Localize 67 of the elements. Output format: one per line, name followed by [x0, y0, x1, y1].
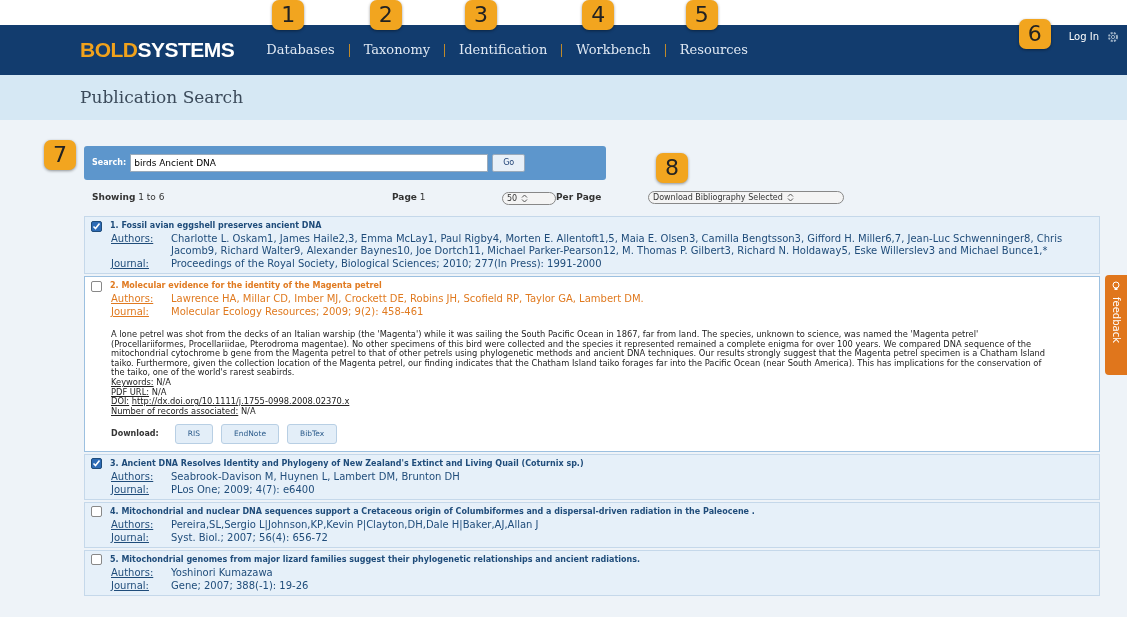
authors-label: Authors:	[111, 470, 155, 483]
result-title[interactable]: 4. Mitochondrial and nuclear DNA sequences support a Cretaceous origin of Columbiformes and a dispersal-driven radiation in the Paleocene .	[110, 505, 755, 518]
search-label: Search:	[92, 157, 127, 169]
dropdown-arrows-icon	[786, 193, 794, 203]
per-page-label: Per Page	[556, 191, 603, 205]
journal-label: Journal:	[111, 306, 150, 318]
callout-badge: 7	[44, 140, 76, 170]
authors-label: Authors:	[111, 293, 155, 305]
abstract-text: A lone petrel was shot from the decks of an Italian warship (the 'Magenta') while it was sailing the South Pacific Ocean in 1867, far from land. The species, unknown to science, was named the 'Magenta petrel' (Procellariiformes, Procellariidae, Pterodroma magentae). No other specimens of this bird were collected and the species it represented remained a complete enigma for over 100 years. We compared DNA sequence of the mitochondrial cytochrome b gene from the Magenta petrel to that of other petrels using phylogenetic methods and ancient DNA techniques. Our results strongly suggest that the Magenta petrel specimen is a Chatham Island taiko. Furthermore, given the collection location of the Magenta petrel, our finding indicates that the Chatham Island taiko forages far into the Pacific Ocean (near South America). This has implications for the conservation of the taiko, one of the world's rarest seabirds.	[111, 330, 1047, 378]
nav-link[interactable]: Resources	[679, 42, 748, 58]
checkbox[interactable]	[91, 280, 102, 292]
authors-text: Yoshinori Kumazawa	[171, 566, 273, 579]
authors-label: Authors:	[111, 233, 155, 245]
result-title[interactable]: 1. Fossil avian eggshell preserves ancient DNA	[110, 220, 322, 232]
logo[interactable]: BOLDSYSTEMS	[80, 34, 235, 66]
nav-link[interactable]: Taxonomy	[363, 42, 431, 58]
download-label: Download:	[111, 427, 159, 440]
callout-badge: 2	[369, 0, 402, 31]
per-page-select[interactable]: 50	[502, 191, 556, 205]
checkbox[interactable]	[91, 506, 102, 518]
field-label: DOI:	[111, 396, 130, 407]
nav-link[interactable]: Databases	[266, 42, 335, 58]
nav-link[interactable]: Identification	[459, 42, 548, 58]
journal-label: Journal:	[111, 579, 150, 592]
callout-badge: 6	[1018, 19, 1051, 49]
field-label: PDF URL:	[111, 386, 150, 397]
bulb-icon	[1111, 281, 1121, 291]
callout-badge: 3	[465, 0, 498, 31]
checkbox[interactable]	[91, 220, 102, 232]
field-value: N/A	[240, 405, 256, 416]
journal-label: Journal:	[111, 258, 150, 270]
dropdown-arrows-icon	[521, 193, 529, 203]
authors-text: Charlotte L. Oskam1, James Haile2,3, Emma McLay1, Paul Rigby4, Morten E. Allentoft1,5, Maia E. Olsen3, Camilla Bengtsson3, Gifford H. Miller6,7, Jean-Luc Schwenninger8, Chris Jacomb9, Richard Walter9, Alexander Baynes10, Joe Dortch11, Michael Parker-Pearson12, M. Thomas P. Gilbert3, Richard N. Holdaway5, Eske Willerslev3 and Michael Bunce1,*	[171, 233, 1064, 257]
journal-text: PLos One; 2009; 4(7): e6400	[171, 483, 315, 496]
page-number: Page 1	[392, 191, 427, 205]
authors-label: Authors:	[111, 518, 155, 531]
authors-text: Pereira,SL,Sergio L|Johnson,KP,Kevin P|Clayton,DH,Dale H|Baker,AJ,Allan J	[171, 518, 539, 531]
callout-badge: 8	[656, 153, 688, 184]
checkbox[interactable]	[91, 458, 102, 470]
showing-count: Showing 1 to 6	[92, 191, 166, 205]
journal-text: Proceedings of the Royal Society, Biological Sciences; 2010; 277(In Press): 1991-2000	[171, 258, 602, 270]
field-value: N/A	[151, 386, 167, 397]
callout-badge: 1	[272, 0, 305, 31]
checkbox[interactable]	[91, 554, 102, 566]
journal-text: Syst. Biol.; 2007; 56(4): 656-72	[171, 531, 328, 544]
search-field[interactable]: birds Ancient DNA	[130, 154, 489, 172]
field-label: Number of records associated:	[111, 405, 239, 416]
journal-text: Gene; 2007; 388(-1): 19-26	[171, 579, 309, 592]
journal-label: Journal:	[111, 531, 150, 544]
settings-icon[interactable]	[1107, 30, 1119, 43]
go-button[interactable]: Go	[492, 154, 526, 172]
result-title[interactable]: 5. Mitochondrial genomes from major lizard families suggest their phylogenetic relationships and ancient radiations.	[110, 553, 640, 566]
authors-text: Seabrook-Davison M, Huynen L, Lambert DM, Brunton DH	[171, 470, 460, 483]
field-value: N/A	[156, 376, 171, 387]
journal-text: Molecular Ecology Resources; 2009; 9(2): 458-461	[171, 306, 424, 318]
download-select[interactable]: Download Bibliography Selected	[648, 191, 844, 205]
callout-badge: 4	[582, 0, 615, 31]
nav-link[interactable]: Workbench	[576, 42, 651, 58]
authors-text: Lawrence HA, Millar CD, Imber MJ, Crockett DE, Robins JH, Scofield RP, Taylor GA, Lambert DM.	[171, 293, 644, 305]
authors-label: Authors:	[111, 566, 155, 579]
field-label: Keywords:	[111, 376, 154, 387]
result-title[interactable]: 3. Ancient DNA Resolves Identity and Phylogeny of New Zealand's Extinct and Living Quail (Coturnix sp.)	[110, 457, 584, 470]
login-link[interactable]: Log In	[1068, 31, 1099, 42]
page-title: Publication Search	[80, 85, 244, 109]
journal-label: Journal:	[111, 483, 150, 496]
doi-link[interactable]: http://dx.doi.org/10.1111/j.1755-0998.2008.02370.x	[131, 396, 350, 407]
callout-badge: 5	[685, 0, 718, 31]
